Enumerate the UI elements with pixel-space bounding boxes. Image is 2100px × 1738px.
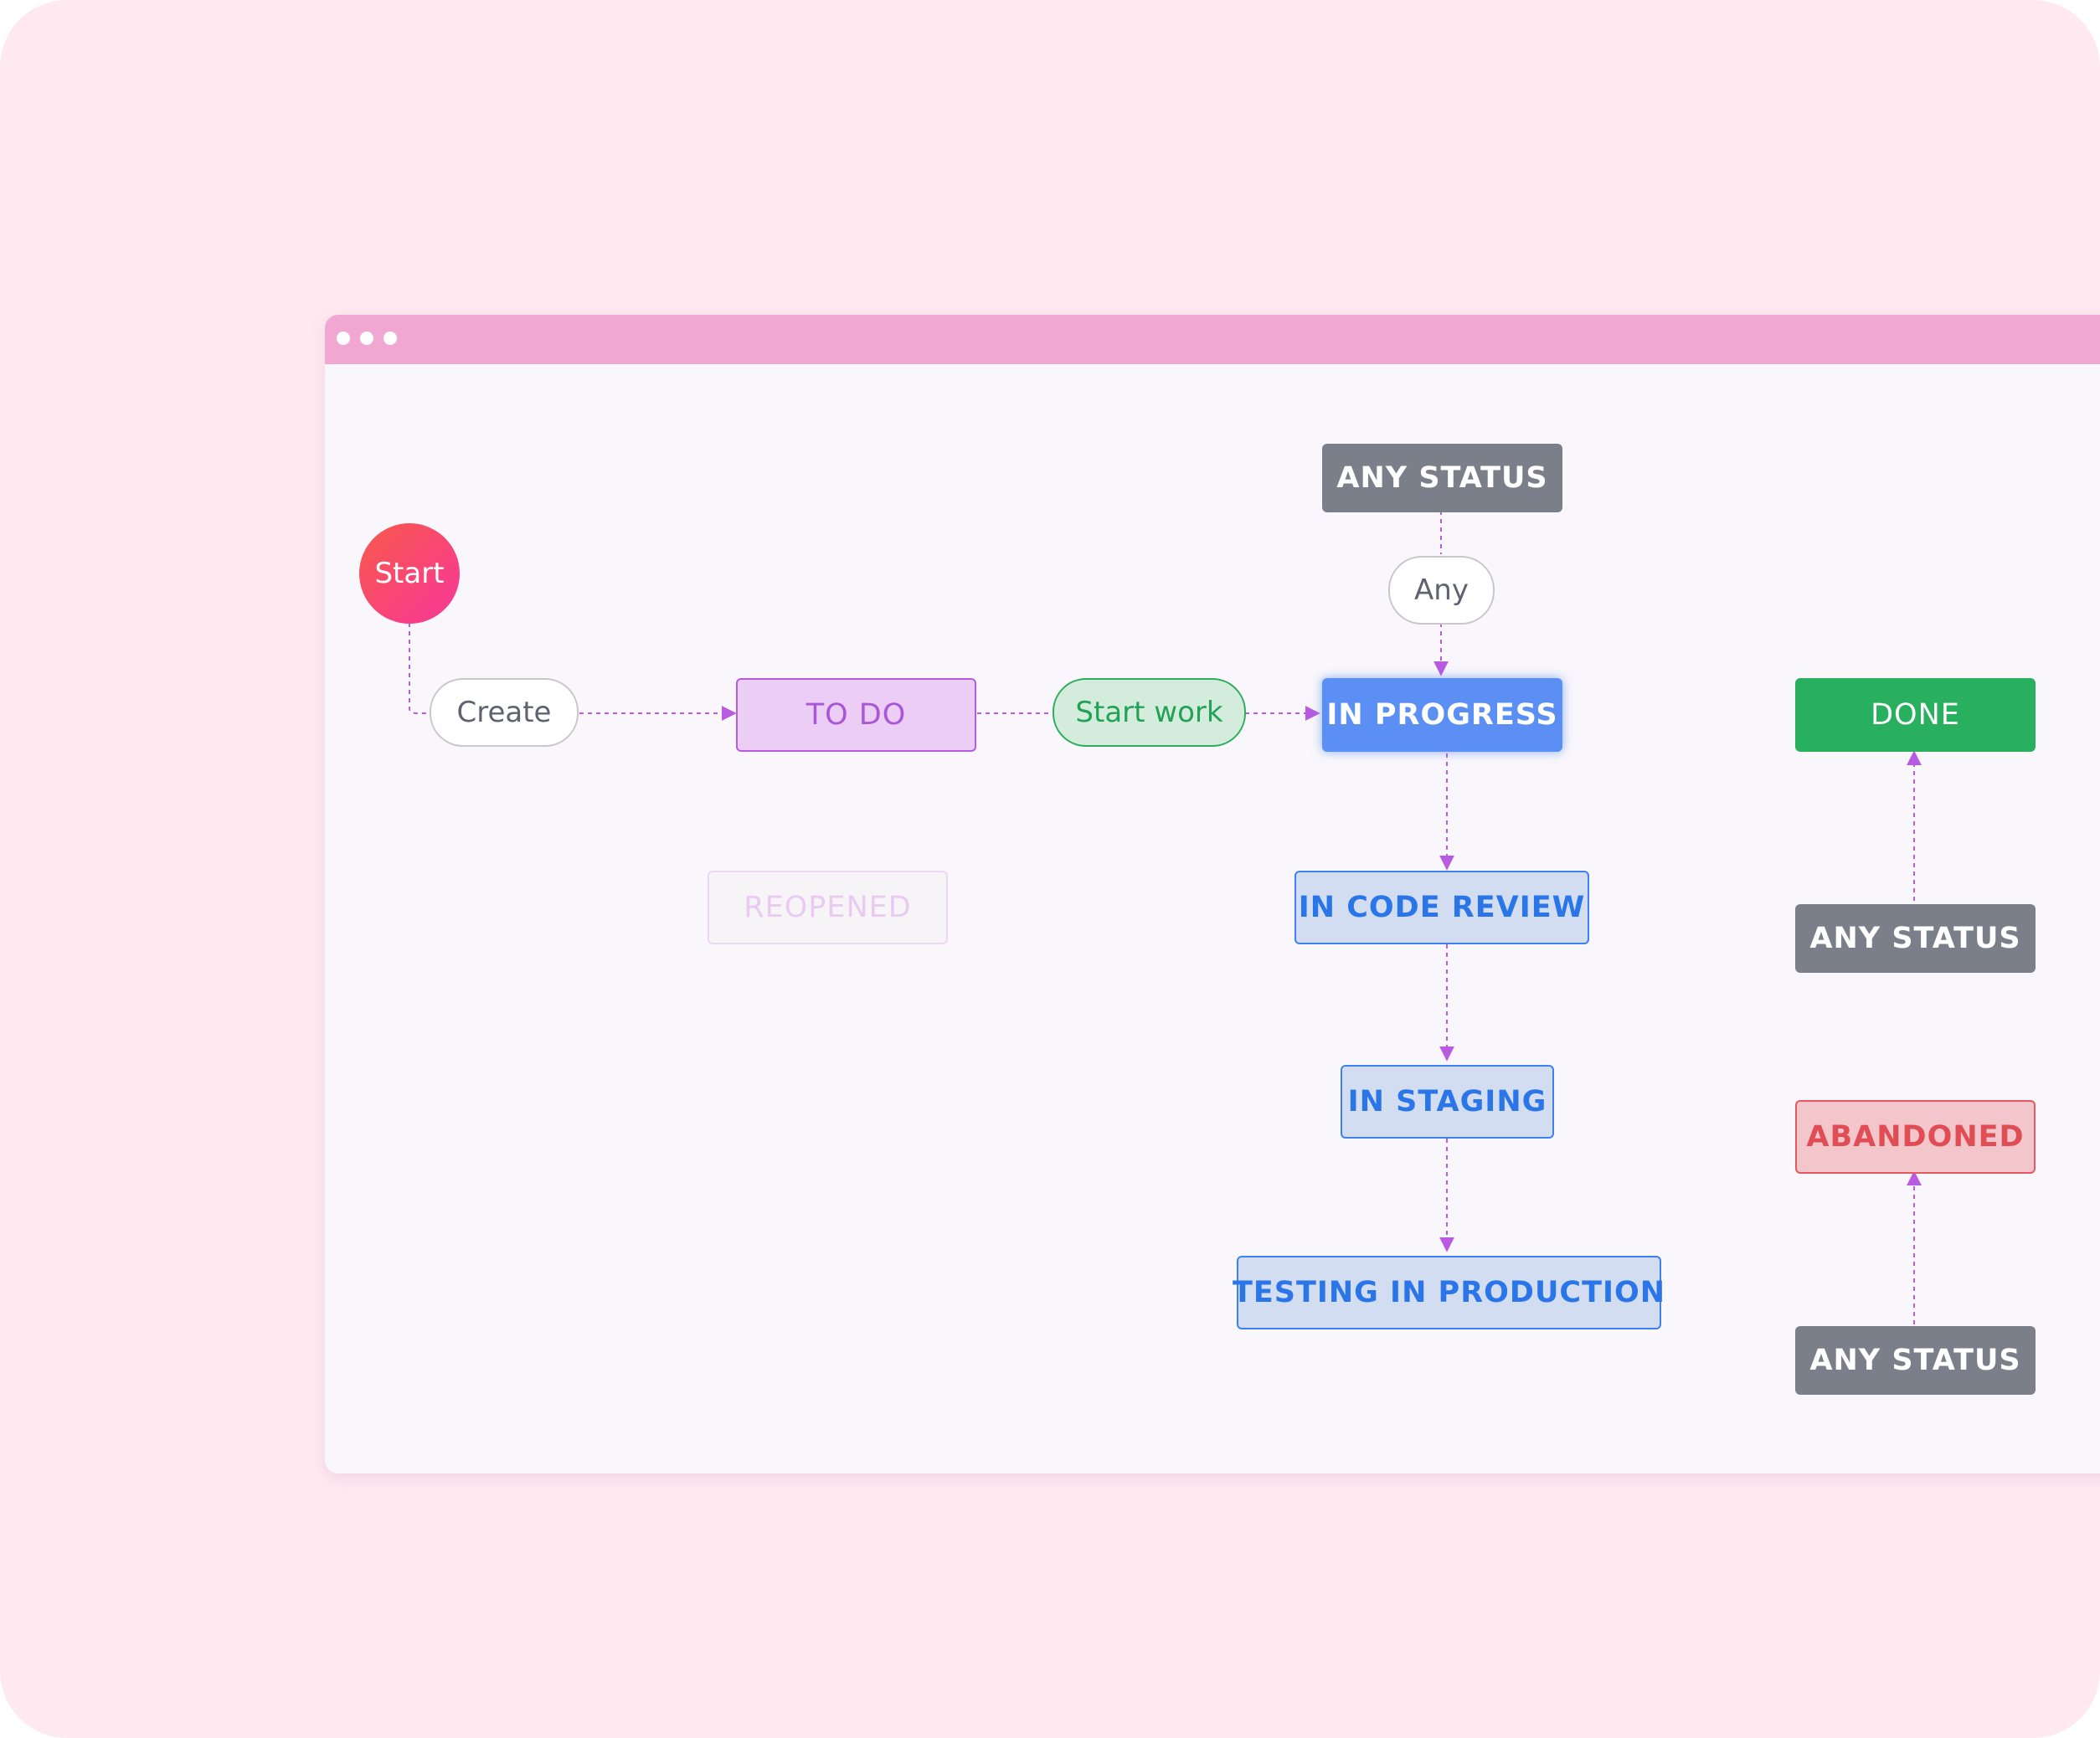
status-todo[interactable]: TO DO <box>736 678 976 752</box>
status-abandoned-label: ABANDONED <box>1806 1120 2025 1154</box>
status-any-right-mid-label: ANY STATUS <box>1809 922 2021 955</box>
transition-start-work[interactable]: Start work <box>1053 678 1246 747</box>
status-done-label: DONE <box>1871 698 1960 732</box>
status-reopened-label: REOPENED <box>744 891 912 924</box>
transition-any[interactable]: Any <box>1388 556 1495 625</box>
status-in-code-review[interactable]: IN CODE REVIEW <box>1294 871 1589 944</box>
status-in-code-review-label: IN CODE REVIEW <box>1298 891 1586 924</box>
status-testing-in-production-label: TESTING IN PRODUCTION <box>1232 1276 1666 1309</box>
transition-any-label: Any <box>1414 573 1469 607</box>
status-todo-label: TO DO <box>806 698 907 732</box>
status-in-progress[interactable]: IN PROGRESS <box>1322 678 1562 752</box>
start-node[interactable]: Start <box>359 523 460 624</box>
connector-lines <box>409 511 1922 1324</box>
status-in-progress-label: IN PROGRESS <box>1326 698 1558 732</box>
status-in-staging[interactable]: IN STAGING <box>1341 1065 1554 1139</box>
transition-create-label: Create <box>456 696 552 729</box>
status-testing-in-production[interactable]: TESTING IN PRODUCTION <box>1233 1256 1665 1329</box>
workflow-window: Start Create TO DO Start work ANY STATUS… <box>325 315 2100 1473</box>
workflow-canvas: Start Create TO DO Start work ANY STATUS… <box>325 315 2100 1473</box>
status-reopened[interactable]: REOPENED <box>708 871 948 944</box>
status-done[interactable]: DONE <box>1795 678 2036 752</box>
transition-start-work-label: Start work <box>1075 696 1223 729</box>
status-any-top[interactable]: ANY STATUS <box>1322 444 1562 512</box>
status-any-top-label: ANY STATUS <box>1336 461 1548 495</box>
status-abandoned[interactable]: ABANDONED <box>1795 1100 2036 1174</box>
connector-start-to-create <box>409 623 430 714</box>
status-any-right-bottom-label: ANY STATUS <box>1809 1344 2021 1377</box>
transition-create[interactable]: Create <box>430 678 579 747</box>
status-any-right-bottom[interactable]: ANY STATUS <box>1795 1326 2036 1395</box>
status-in-staging-label: IN STAGING <box>1347 1085 1547 1118</box>
status-any-right-mid[interactable]: ANY STATUS <box>1795 904 2036 973</box>
start-node-label: Start <box>374 557 445 590</box>
page-background: Start Create TO DO Start work ANY STATUS… <box>0 0 2100 1738</box>
